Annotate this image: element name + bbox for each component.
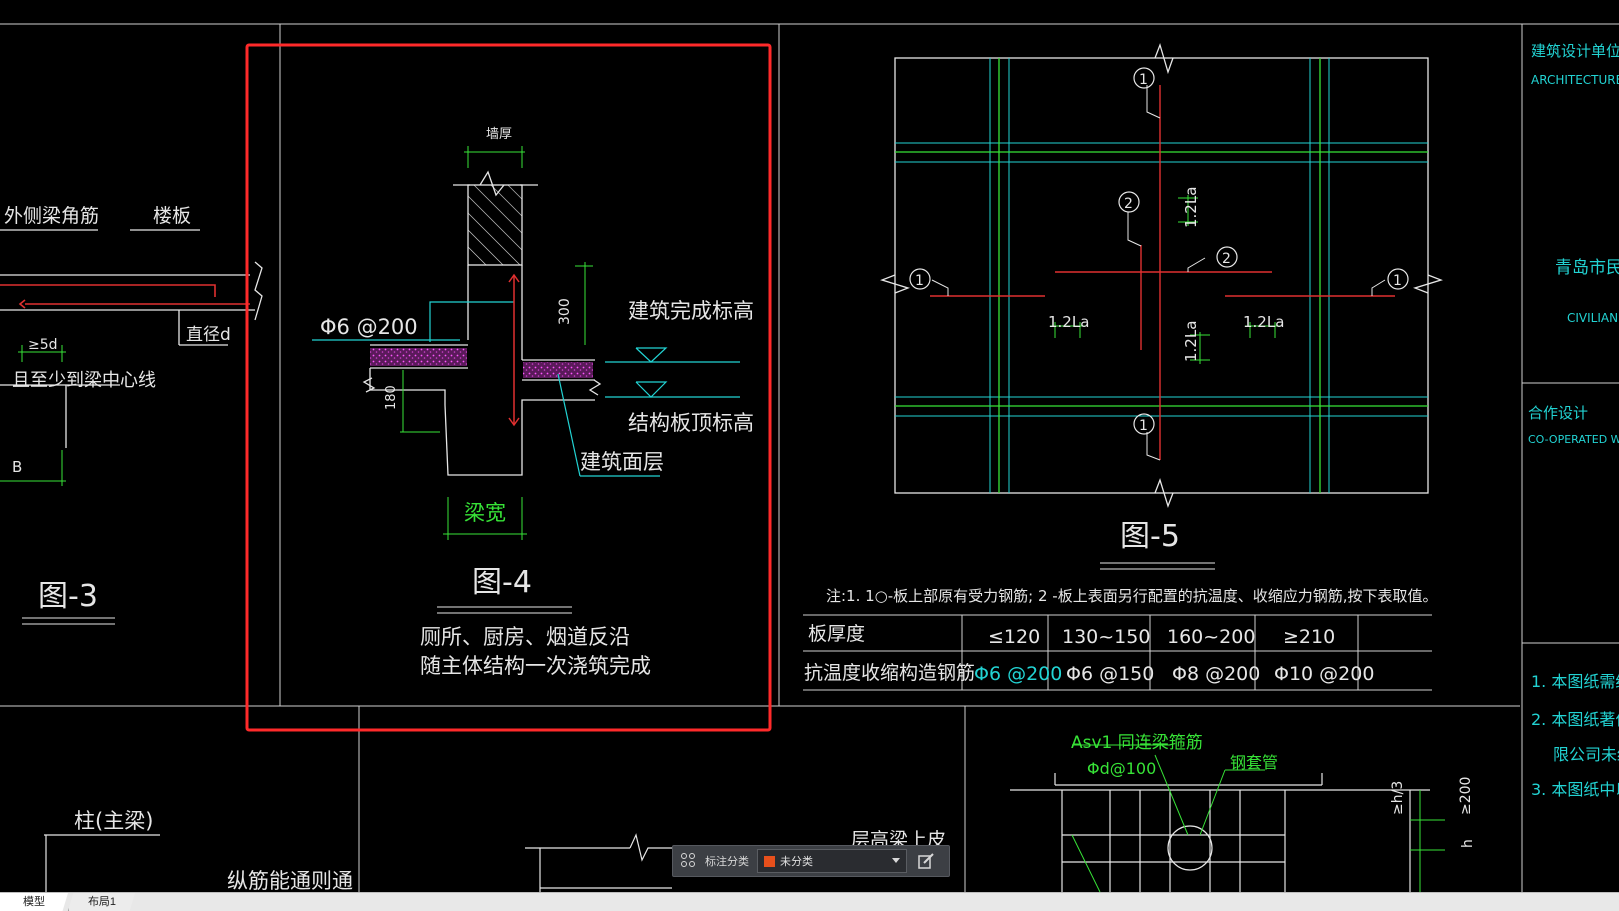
fig5-len-left: 1.2La [1048, 313, 1089, 331]
annotation-toolbar: 标注分类 未分类 [672, 845, 950, 877]
cad-drawing-canvas[interactable]: 外侧梁角筋 楼板 直径d ≥5d 且至少到梁中心线 B 图-3 墙厚 Φ6 @2… [0, 0, 1619, 911]
dim-h: h [1460, 839, 1476, 848]
fig5-marker-2-upper: 2 [1124, 196, 1133, 212]
label-outer-corner-rebar: 外侧梁角筋 [4, 205, 99, 227]
figure-5-note: 注:1. 1○-板上部原有受力钢筋; 2 -板上表面另行配置的抗温度、收缩应力钢… [826, 587, 1438, 605]
layout-tab-bar: 模型 布局1 [0, 892, 1619, 911]
figure-4-note-line1: 厕所、厨房、烟道反沿 [420, 625, 630, 649]
fig5-marker-1-left: 1 [915, 273, 924, 289]
label-diameter-d: 直径d [186, 325, 231, 345]
title-design-unit: 建筑设计单位 [1531, 42, 1619, 60]
figure-4-note-line2: 随主体结构一次浇筑完成 [420, 654, 651, 678]
figure-5: 1 2 2 1 1 1 1.2La 1.2La 1.2La 1.2La 图-5 … [826, 42, 1443, 605]
table-cell-4: Φ10 @200 [1274, 663, 1374, 685]
annotation-category-label: 标注分类 [705, 856, 749, 868]
fig5-marker-1-top: 1 [1139, 72, 1148, 88]
label-b: B [12, 458, 22, 476]
tab-model[interactable]: 模型 [0, 893, 68, 911]
label-wall-thickness: 墙厚 [486, 127, 512, 142]
dim-200: ≥200 [1458, 777, 1474, 815]
table-cell-1: Φ6 @200 [974, 663, 1062, 685]
title-note-2: 2. 本图纸著作权 [1531, 710, 1619, 729]
fig5-marker-2-right: 2 [1222, 251, 1231, 267]
rebar-table: 板厚度 ≤120 130~150 160~200 ≥210 抗温度收缩构造钢筋 … [803, 614, 1432, 691]
sheet-frame-lines [0, 23, 1619, 892]
figure-4: 墙厚 Φ6 @200 300 180 建筑完成标高 结构板顶标高 建筑面层 梁宽… [312, 127, 754, 678]
label-slab: 楼板 [153, 205, 191, 227]
figure-5-title: 图-5 [1120, 519, 1180, 554]
title-company: 青岛市民月 [1555, 258, 1619, 278]
label-asv1: Asv1 同连梁箍筋 [1071, 733, 1203, 753]
label-rebar-through: 纵筋能通则通 [227, 869, 353, 893]
annotation-category-value: 未分类 [780, 856, 813, 868]
label-rebar-spec: Φ6 @200 [320, 315, 418, 339]
label-finish-layer: 建筑面层 [580, 450, 664, 474]
title-cooperated-en: CO-OPERATED W [1528, 433, 1619, 446]
figure-4-title: 图-4 [472, 565, 532, 600]
title-note-1: 1. 本图纸需经政 [1531, 672, 1619, 691]
fig5-len-lower: 1.2La [1182, 321, 1200, 362]
table-header-130-150: 130~150 [1062, 626, 1150, 648]
label-phi-d100: Φd@100 [1087, 759, 1156, 778]
title-cooperated: 合作设计 [1528, 404, 1588, 422]
label-structural-top-elevation: 结构板顶标高 [628, 411, 754, 435]
figure-3: 外侧梁角筋 楼板 直径d ≥5d 且至少到梁中心线 B 图-3 [0, 205, 263, 625]
chevron-down-icon [892, 858, 900, 863]
fig5-marker-1-bottom: 1 [1139, 418, 1148, 434]
fig5-marker-1-right: 1 [1393, 273, 1402, 289]
tab-layout1[interactable]: 布局1 [68, 893, 135, 911]
label-beam-width: 梁宽 [464, 501, 506, 525]
table-header-ge210: ≥210 [1283, 626, 1335, 648]
label-steel-sleeve: 钢套管 [1230, 753, 1278, 772]
title-block: 建筑设计单位 ARCHITECTURE I 青岛市民月 CIVILIAN 合作设… [1528, 42, 1619, 799]
table-row-label: 抗温度收缩构造钢筋 [804, 662, 975, 684]
grid-icon[interactable] [681, 853, 697, 869]
dim-h3: ≥h/3 [1390, 781, 1406, 815]
label-to-beam-centerline: 且至少到梁中心线 [12, 370, 156, 391]
category-color-swatch [764, 855, 775, 867]
dim-180: 180 [384, 385, 399, 410]
table-cell-2: Φ6 @150 [1066, 663, 1154, 685]
figure-3-title: 图-3 [38, 579, 98, 614]
table-header-160-200: 160~200 [1167, 626, 1255, 648]
dim-300: 300 [557, 298, 573, 325]
fig5-len-upper: 1.2La [1182, 187, 1200, 228]
label-finished-elevation: 建筑完成标高 [628, 299, 754, 323]
table-header-le120: ≤120 [988, 626, 1040, 648]
table-header-slab-thickness: 板厚度 [808, 623, 865, 645]
title-note-3: 3. 本图纸中以标 [1531, 780, 1619, 799]
annotation-category-select[interactable]: 未分类 [757, 849, 907, 873]
label-column-main-beam: 柱(主梁) [74, 809, 153, 833]
title-company-en: CIVILIAN [1567, 311, 1618, 325]
table-cell-3: Φ8 @200 [1172, 663, 1260, 685]
label-ge5d: ≥5d [28, 337, 58, 353]
title-design-unit-en: ARCHITECTURE I [1531, 73, 1619, 87]
edit-icon[interactable] [917, 852, 935, 870]
fig5-len-right: 1.2La [1243, 313, 1284, 331]
title-note-2b: 限公司未经授 [1553, 745, 1619, 764]
